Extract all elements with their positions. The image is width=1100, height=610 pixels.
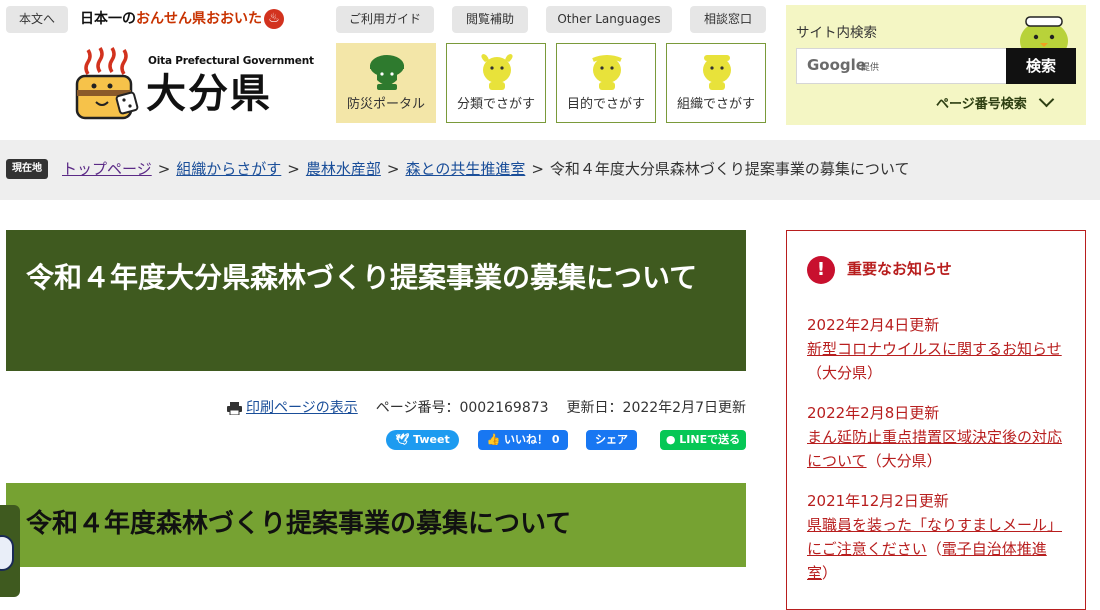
breadcrumb-current: 令和４年度大分県森林づくり提案事業の募集について [549,160,910,178]
notice-item: 2021年12月2日更新 県職員を装った「なりすましメール」にご注意ください（電子… [807,489,1069,585]
updated-date: 更新日：2022年2月7日更新 [566,400,746,416]
breadcrumb: 現在地 トップページ > 組織からさがす > 農林水産部 > 森との共生推進室 > 令和４年度大… [0,140,1100,200]
other-languages-button[interactable]: Other Languages [546,6,672,33]
notice-date: 2021年12月2日更新 [807,492,949,510]
nav-tile-label: 目的でさがす [566,97,645,112]
mascot-icon [703,55,731,90]
nav-tile-purpose[interactable]: 目的でさがす [556,43,656,123]
tweet-label: Tweet [413,433,450,446]
nav-tile-organization[interactable]: 組織でさがす [666,43,766,123]
google-label: Google [807,56,866,74]
important-notices-panel: ! 重要なお知らせ 2022年2月4日更新新型コロナウイルスに関するお知らせ （大… [786,230,1086,610]
chevron-down-icon [1038,91,1055,108]
nav-tile-category[interactable]: 分類でさがす [446,43,546,123]
onsen-icon: ♨ [264,9,284,29]
important-notices-heading: 重要なお知らせ [847,260,952,278]
tagline-highlight: おんせん県おおいた [136,11,262,27]
logo-japanese-name[interactable]: 大分県 [146,70,272,118]
accessibility-button[interactable]: 閲覧補助 [452,6,528,33]
nav-tile-label: 分類でさがす [456,97,535,112]
page-title: 令和４年度大分県森林づくり提案事業の募集について [26,261,698,294]
breadcrumb-separator: > [531,160,544,178]
section-heading-banner: 令和４年度森林づくり提案事業の募集について [6,483,746,567]
notice-date: 2022年2月8日更新 [807,404,940,422]
twitter-bird-icon: 🕊 [395,433,414,446]
consultation-button[interactable]: 相談窓口 [690,6,766,33]
search-button[interactable]: 検索 [1006,48,1076,84]
facebook-like-button[interactable]: 👍 いいね！ 0 [478,430,568,450]
line-share-button[interactable]: ● LINEで送る [660,430,746,450]
notice-source-open: （ [926,540,942,558]
page-number-search-toggle[interactable]: ページ番号検索 [936,91,1055,112]
breadcrumb-link-department[interactable]: 農林水産部 [306,160,381,178]
breadcrumb-trail: トップページ > 組織からさがす > 農林水産部 > 森との共生推進室 > 令和４年度大分県森林… [62,158,909,180]
notice-item: 2022年2月4日更新新型コロナウイルスに関するお知らせ （大分県） [807,313,1069,385]
page-meta: 印刷ページの表示 ページ番号：0002169873 更新日：2022年2月7日更新 [190,397,746,419]
nav-tile-label: 防災ポータル [346,97,425,112]
notice-date: 2022年2月4日更新 [807,316,940,334]
page-title-banner: 令和４年度大分県森林づくり提案事業の募集について [6,230,746,371]
page-number-search-label: ページ番号検索 [936,97,1027,112]
mascot-icon [0,535,14,571]
facebook-share-button[interactable]: シェア [586,430,637,450]
section-heading: 令和４年度森林づくり提案事業の募集について [26,509,572,539]
breadcrumb-link-top[interactable]: トップページ [62,160,152,178]
nav-tile-label: 組織でさがす [676,97,755,112]
print-page-link[interactable]: 印刷ページの表示 [246,400,358,416]
notice-source: （大分県） [807,364,883,382]
site-search-title: サイト内検索 [796,25,877,41]
logo-english-name: Oita Prefectural Government [148,55,314,67]
thumbs-up-icon: 👍 [486,433,505,446]
current-location-badge: 現在地 [6,159,48,179]
tweet-button[interactable]: 🕊 Tweet [386,430,459,450]
skip-to-content-link[interactable]: 本文へ [6,6,68,33]
oita-logo-mascot-icon[interactable] [74,46,140,122]
tagline-prefix: 日本一の [80,11,136,27]
alert-icon: ! [807,256,835,284]
google-powered-label: 提供 [861,63,880,73]
breadcrumb-separator: > [157,160,171,178]
mascot-icon [592,55,622,90]
breadcrumb-link-organization[interactable]: 組織からさがす [176,160,281,178]
mascot-icon [481,54,513,90]
site-search-panel: サイト内検索 Google 提供 検索 ページ番号検索 [786,5,1086,125]
notice-link[interactable]: 新型コロナウイルスに関するお知らせ [807,340,1062,358]
site-header: 本文へ 日本一のおんせん県おおいた ♨ Oita Prefectural Gove… [0,0,1100,140]
like-label: いいね！ 0 [504,433,560,446]
page-number: ページ番号：0002169873 [375,400,549,416]
line-label: LINEで送る [679,433,741,446]
breadcrumb-link-office[interactable]: 森との共生推進室 [405,160,525,178]
mascot-helmet-icon [370,55,404,90]
usage-guide-button[interactable]: ご利用ガイド [336,6,434,33]
nav-tile-disaster-portal[interactable]: 防災ポータル [336,43,436,123]
notice-source-close: ） [822,564,838,582]
tagline: 日本一のおんせん県おおいた ♨ [80,8,284,30]
notice-item: 2022年2月8日更新 まん延防止重点措置区域決定後の対応について（大分県） [807,401,1069,473]
floating-mascot-tab[interactable] [0,505,20,597]
breadcrumb-separator: > [386,160,400,178]
printer-icon [227,401,243,415]
line-icon: ● [665,433,680,446]
search-input[interactable]: Google 提供 [796,48,1008,84]
notice-source: （大分県） [866,452,942,470]
breadcrumb-separator: > [287,160,300,178]
